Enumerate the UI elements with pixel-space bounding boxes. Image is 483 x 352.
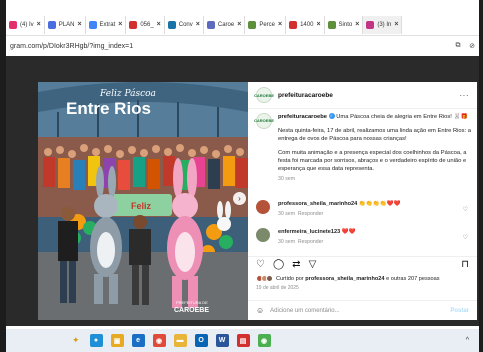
caption-paragraph: Com muita animação e a presença especial… <box>278 150 467 172</box>
account-handle[interactable]: prefeituracaroebe <box>278 92 333 99</box>
comment-item: enfermeira_lucinete123 ❤️❤️ 30 sem Respo… <box>256 228 472 246</box>
reply-link[interactable]: Responder <box>298 211 323 217</box>
browser-tab[interactable]: (4) Iv × <box>6 15 45 34</box>
caption-account[interactable]: prefeituracaroebe <box>278 114 327 120</box>
tab-favicon-icon <box>206 20 215 29</box>
comment-time: 30 sem <box>278 239 296 245</box>
caption-time: 30 sem <box>278 176 296 182</box>
pdf-icon[interactable]: ▤ <box>236 334 250 347</box>
instagram-icon <box>366 20 375 29</box>
post-photo: Feliz Feliz Páscoa Entre Rios PREFEITURA… <box>38 82 248 320</box>
browser-tab[interactable]: Perce × <box>245 15 287 34</box>
browser-tab[interactable]: 056_ × <box>126 15 165 34</box>
chrome-icon[interactable]: ◉ <box>152 334 166 347</box>
tab-favicon-icon <box>9 20 17 29</box>
image-title-text: Entre Rios <box>66 99 151 118</box>
post-actions: ♡ ◯ ⇄ ▽ ⊓ <box>248 256 477 272</box>
close-icon[interactable]: × <box>355 21 359 28</box>
hide-icon[interactable]: ⊘ <box>465 42 479 50</box>
comment-text: ❤️❤️ <box>341 229 356 235</box>
outlook-icon[interactable]: O <box>194 334 208 347</box>
tab-favicon-icon <box>47 20 56 29</box>
chrome-icon[interactable]: ◉ <box>257 334 271 347</box>
close-icon[interactable]: × <box>316 21 320 28</box>
tab-favicon-icon <box>248 20 257 29</box>
logo-bottom-text: CAROEBE <box>174 307 209 314</box>
tab-favicon-icon <box>289 20 298 29</box>
caption-headline: Uma Páscoa cheia de alegria em Entre Rio… <box>336 114 468 120</box>
browser-tab-active[interactable]: (3) In × <box>363 15 403 34</box>
avatar[interactable]: CAROEBE <box>254 87 274 103</box>
close-icon[interactable]: × <box>37 21 41 28</box>
post-caption: CAROEBE prefeituracaroebe ✓ Uma Páscoa c… <box>254 113 472 183</box>
commenter-avatar[interactable] <box>256 228 270 242</box>
close-icon[interactable]: × <box>278 21 282 28</box>
folder-icon[interactable]: ▬ <box>173 334 187 347</box>
add-comment-bar: ☺ Adicione um comentário... Postar <box>248 300 477 320</box>
liked-prefix: Curtido por <box>276 275 304 282</box>
share-icon[interactable]: ⇄ <box>292 259 300 270</box>
url-text[interactable]: gram.com/p/DIokr3RHgb/?img_index=1 <box>10 43 451 50</box>
like-comment-heart-icon[interactable]: ♡ <box>463 234 468 242</box>
emoji-smiley-icon[interactable]: ☺ <box>256 306 264 315</box>
reply-link[interactable]: Responder <box>298 239 323 245</box>
comment-item: professora_sheila_marinho24 👏👏👏👏❤️❤️ 30 … <box>256 200 472 218</box>
tab-favicon-icon <box>327 20 336 29</box>
liker-avatar <box>266 275 273 282</box>
caption-paragraph: Nesta quinta-feira, 17 de abril, realiza… <box>278 128 472 142</box>
comment-time: 30 sem <box>278 211 296 217</box>
logo-top-text: PREFEITURA DE <box>176 300 208 305</box>
taskbar: ✦ ● ▣ e ◉ ▬ O W ▤ ◉ ^ <box>6 329 479 352</box>
screen: (4) Iv × PLAN × Extrat × 056_ × Conv × Caroe ×… <box>0 0 483 352</box>
comment-user[interactable]: professora_sheila_marinho24 <box>278 201 357 207</box>
edge-icon[interactable]: ● <box>89 334 103 347</box>
bookmark-icon[interactable]: ⊓ <box>461 259 469 270</box>
comment-text: 👏👏👏👏❤️❤️ <box>358 201 401 207</box>
post-comment-button[interactable]: Postar <box>450 308 469 314</box>
browser-tab-strip: (4) Iv × PLAN × Extrat × 056_ × Conv × Caroe ×… <box>6 14 479 36</box>
browser-tab[interactable]: Conv × <box>165 15 204 34</box>
send-paper-plane-icon[interactable]: ▽ <box>309 259 317 270</box>
widgets-sparkle-icon[interactable]: ✦ <box>72 335 80 346</box>
close-icon[interactable]: × <box>118 21 122 28</box>
browser-tab[interactable]: PLAN × <box>45 15 86 34</box>
banner-text: Feliz <box>131 201 152 211</box>
post-date: 19 de abril de 2025 <box>256 285 299 291</box>
cast-icon[interactable]: ⧉ <box>451 42 465 50</box>
image-script-text: Feliz Páscoa <box>99 88 156 99</box>
address-bar[interactable]: gram.com/p/DIokr3RHgb/?img_index=1 ⧉ ⊘ <box>6 36 479 56</box>
browser-tab[interactable]: Caroe × <box>204 15 246 34</box>
ie-icon[interactable]: e <box>131 334 145 347</box>
like-heart-icon[interactable]: ♡ <box>256 259 265 270</box>
more-options-icon[interactable]: ··· <box>460 91 470 100</box>
browser-tab[interactable]: Sinto × <box>325 15 364 34</box>
caption-avatar[interactable]: CAROEBE <box>254 113 274 129</box>
comment-input[interactable]: Adicione um comentário... <box>270 308 450 314</box>
close-icon[interactable]: × <box>196 21 200 28</box>
liked-user[interactable]: professora_sheila_marinho24 <box>305 276 384 282</box>
browser-tab[interactable]: 1400 × <box>286 15 325 34</box>
frame-right-edge <box>479 0 483 352</box>
comment-user[interactable]: enfermeira_lucinete123 <box>278 229 340 235</box>
tab-favicon-icon <box>129 20 138 29</box>
browser-tab[interactable]: Extrat × <box>86 15 127 34</box>
liked-by-line: Curtido por professora_sheila_marinho24 … <box>256 275 440 282</box>
tab-favicon-icon <box>167 20 176 29</box>
close-icon[interactable]: × <box>394 21 398 28</box>
post-header: CAROEBE prefeituracaroebe ··· <box>248 82 477 109</box>
commenter-avatar[interactable] <box>256 200 270 214</box>
tab-favicon-icon <box>88 20 97 29</box>
close-icon[interactable]: × <box>77 21 81 28</box>
word-icon[interactable]: W <box>215 334 229 347</box>
close-icon[interactable]: × <box>237 21 241 28</box>
liked-suffix[interactable]: e outras 207 pessoas <box>386 276 440 282</box>
comment-bubble-icon[interactable]: ◯ <box>273 259 284 270</box>
chevron-up-icon[interactable]: ^ <box>466 337 469 344</box>
file-explorer-icon[interactable]: ▣ <box>110 334 124 347</box>
like-comment-heart-icon[interactable]: ♡ <box>463 206 468 214</box>
close-icon[interactable]: × <box>157 21 161 28</box>
next-image-chevron-right-icon[interactable]: › <box>233 192 246 205</box>
verified-badge-icon: ✓ <box>328 113 335 120</box>
post-image[interactable]: Feliz Feliz Páscoa Entre Rios PREFEITURA… <box>38 82 248 320</box>
